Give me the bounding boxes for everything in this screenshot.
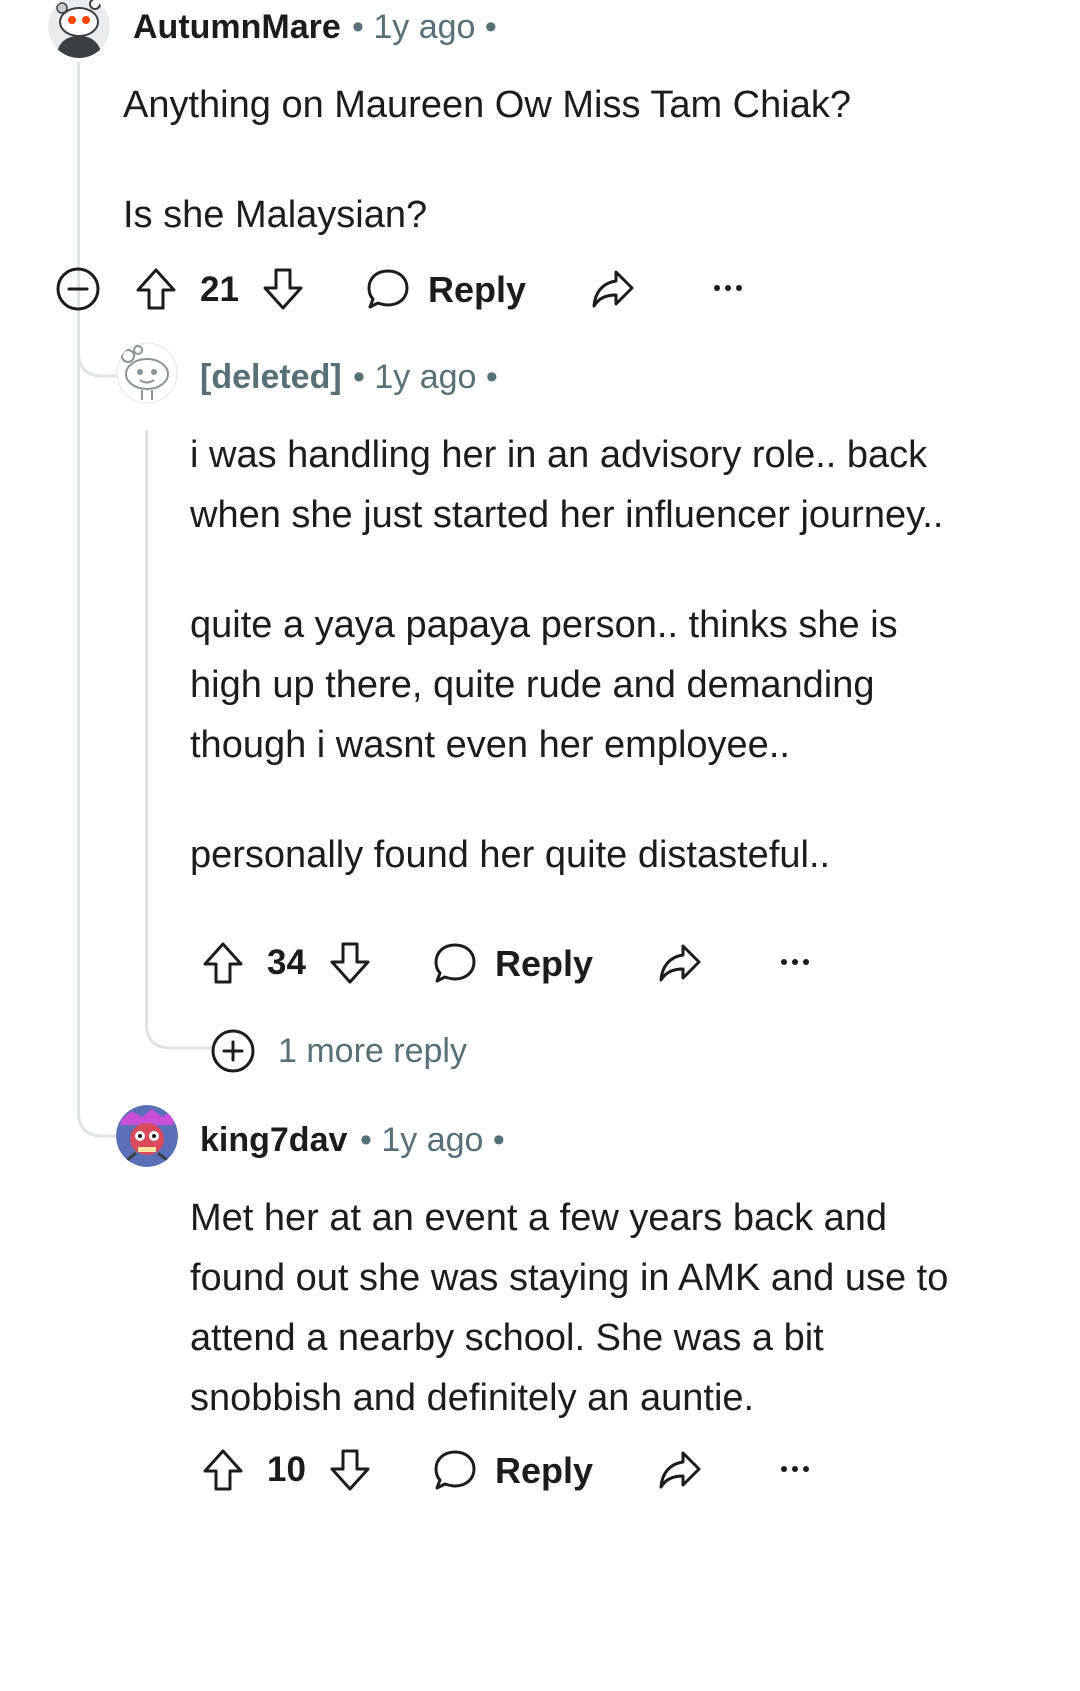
username[interactable]: [deleted]	[200, 358, 342, 397]
username[interactable]: king7dav	[200, 1121, 347, 1160]
timestamp: • 1y ago •	[352, 8, 497, 46]
reply-button[interactable]: Reply	[495, 1450, 593, 1492]
comment-paragraph: Anything on Maureen Ow Miss Tam Chiak?	[123, 84, 851, 126]
vote-count: 21	[200, 270, 239, 309]
speech-bubble-icon[interactable]	[365, 266, 411, 312]
ellipsis-icon[interactable]	[710, 280, 746, 296]
speech-bubble-icon[interactable]	[432, 1447, 478, 1493]
share-arrow-icon[interactable]	[590, 266, 636, 312]
thread-line-nested	[145, 430, 148, 1020]
thread-connector	[145, 1000, 215, 1050]
arrow-down-icon[interactable]	[261, 266, 305, 312]
avatar[interactable]	[48, 0, 110, 58]
comment-paragraph: i was handling her in an advisory role..…	[190, 434, 944, 536]
ellipsis-icon[interactable]	[777, 954, 813, 970]
share-arrow-icon[interactable]	[657, 1447, 703, 1493]
arrow-up-icon[interactable]	[201, 1447, 245, 1493]
reply-button[interactable]: Reply	[428, 269, 526, 311]
minus-circle-icon[interactable]	[55, 266, 101, 312]
arrow-up-icon[interactable]	[134, 266, 178, 312]
share-arrow-icon[interactable]	[657, 940, 703, 986]
comment-paragraph: Is she Malaysian?	[123, 194, 428, 236]
thread-line-main	[77, 62, 80, 1117]
comment-paragraph: Met her at an event a few years back and…	[190, 1197, 949, 1419]
timestamp: • 1y ago •	[353, 358, 498, 396]
vote-count: 34	[267, 943, 306, 982]
comment-body: i was handling her in an advisory role..…	[190, 425, 950, 885]
timestamp: • 1y ago •	[360, 1121, 505, 1159]
speech-bubble-icon[interactable]	[432, 940, 478, 986]
arrow-down-icon[interactable]	[328, 940, 372, 986]
arrow-up-icon[interactable]	[201, 940, 245, 986]
comment-body: Met her at an event a few years back and…	[190, 1188, 950, 1428]
comment-paragraph: personally found her quite distasteful..	[190, 834, 831, 876]
avatar[interactable]	[116, 1105, 178, 1167]
plus-circle-icon[interactable]	[210, 1028, 256, 1074]
arrow-down-icon[interactable]	[328, 1447, 372, 1493]
comment-paragraph: quite a yaya papaya person.. thinks she …	[190, 604, 898, 766]
ellipsis-icon[interactable]	[777, 1461, 813, 1477]
username[interactable]: AutumnMare	[133, 8, 341, 47]
comment-body: Anything on Maureen Ow Miss Tam Chiak? I…	[123, 75, 1023, 245]
avatar[interactable]	[116, 342, 178, 404]
more-replies-link[interactable]: 1 more reply	[278, 1032, 467, 1071]
vote-count: 10	[267, 1450, 306, 1489]
reply-button[interactable]: Reply	[495, 943, 593, 985]
